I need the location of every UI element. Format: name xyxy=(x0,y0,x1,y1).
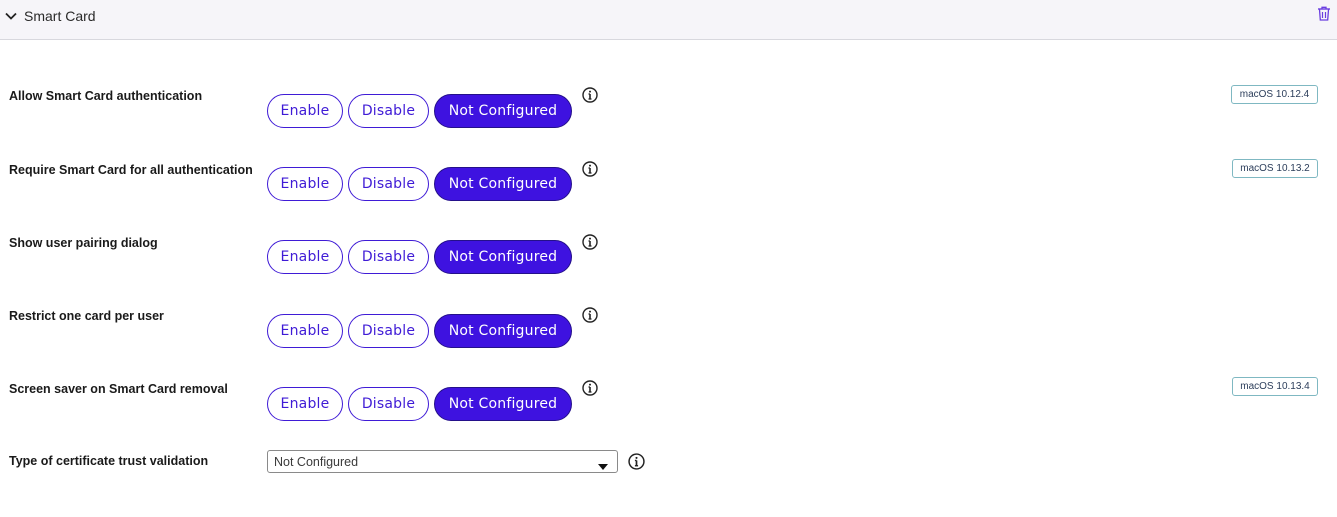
disable-button[interactable]: Disable xyxy=(348,240,429,274)
setting-row-allow-smart-card: Allow Smart Card authentication Enable D… xyxy=(0,85,1337,157)
not-configured-button[interactable]: Not Configured xyxy=(434,387,572,421)
not-configured-button[interactable]: Not Configured xyxy=(434,167,572,201)
setting-label: Require Smart Card for all authenticatio… xyxy=(9,163,253,177)
disable-button[interactable]: Disable xyxy=(348,387,429,421)
enable-button[interactable]: Enable xyxy=(267,387,343,421)
setting-label: Type of certificate trust validation xyxy=(9,454,209,468)
setting-label: Restrict one card per user xyxy=(9,309,164,323)
setting-row-trust-validation: Type of certificate trust validation Not… xyxy=(0,450,1337,517)
disable-button[interactable]: Disable xyxy=(348,167,429,201)
setting-label: Show user pairing dialog xyxy=(9,236,158,250)
enable-button[interactable]: Enable xyxy=(267,94,343,128)
setting-row-require-smart-card: Require Smart Card for all authenticatio… xyxy=(0,159,1337,231)
trust-validation-select[interactable]: Not Configured xyxy=(267,450,618,473)
not-configured-button[interactable]: Not Configured xyxy=(434,94,572,128)
info-icon[interactable] xyxy=(582,307,598,323)
section-title: Smart Card xyxy=(24,8,96,24)
info-icon[interactable] xyxy=(628,453,645,470)
info-icon[interactable] xyxy=(582,234,598,250)
setting-row-restrict-one-card: Restrict one card per user Enable Disabl… xyxy=(0,307,1337,377)
enable-button[interactable]: Enable xyxy=(267,240,343,274)
enable-button[interactable]: Enable xyxy=(267,167,343,201)
setting-label: Allow Smart Card authentication xyxy=(9,89,203,103)
os-version-badge: macOS 10.12.4 xyxy=(1231,85,1318,104)
info-icon[interactable] xyxy=(582,161,598,177)
not-configured-button[interactable]: Not Configured xyxy=(434,314,572,348)
chevron-down-icon[interactable] xyxy=(2,5,20,27)
select-value: Not Configured xyxy=(274,455,359,469)
not-configured-button[interactable]: Not Configured xyxy=(434,240,572,274)
disable-button[interactable]: Disable xyxy=(348,94,429,128)
info-icon[interactable] xyxy=(582,380,598,396)
enable-button[interactable]: Enable xyxy=(267,314,343,348)
info-icon[interactable] xyxy=(582,87,598,103)
trash-icon[interactable] xyxy=(1315,4,1333,22)
setting-row-user-pairing-dialog: Show user pairing dialog Enable Disable … xyxy=(0,234,1337,304)
disable-button[interactable]: Disable xyxy=(348,314,429,348)
smart-card-settings-page: Smart Card Allow Smart Card authenticati… xyxy=(0,0,1337,517)
os-version-badge: macOS 10.13.4 xyxy=(1232,377,1318,396)
caret-down-icon xyxy=(597,458,609,470)
setting-row-screen-saver-removal: Screen saver on Smart Card removal Enabl… xyxy=(0,377,1337,450)
os-version-badge: macOS 10.13.2 xyxy=(1232,159,1318,178)
section-header: Smart Card xyxy=(0,0,1337,40)
setting-label: Screen saver on Smart Card removal xyxy=(9,382,228,396)
